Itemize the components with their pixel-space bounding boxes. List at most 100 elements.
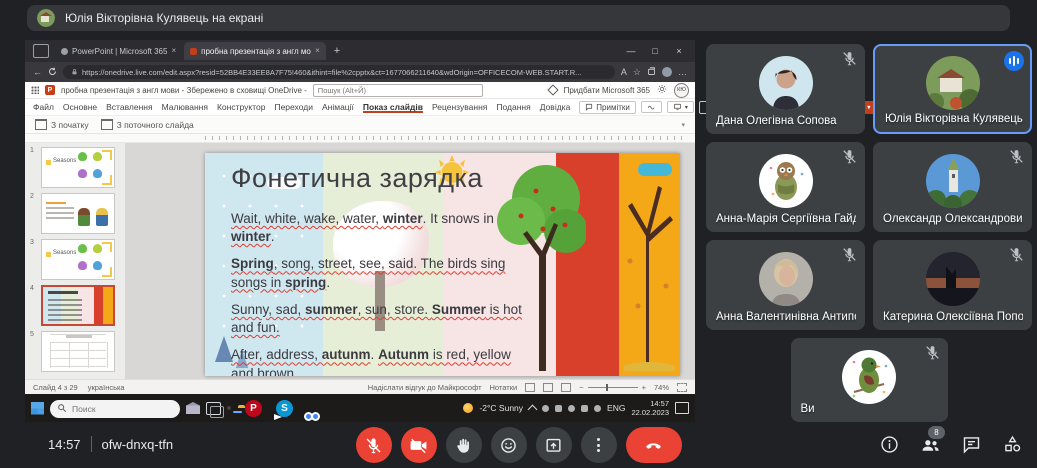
read-aloud-icon[interactable]: A [621, 68, 627, 77]
slide-thumbnail-1[interactable]: Seasons [41, 147, 115, 188]
account-avatar[interactable]: КЮ [674, 83, 689, 98]
reactions-button[interactable] [491, 427, 527, 463]
network-icon[interactable] [594, 405, 601, 412]
meeting-info: 14:57 ofw-dnxq-tfn [48, 436, 173, 452]
comments-button[interactable]: Примітки [579, 101, 636, 114]
refresh-icon[interactable] [48, 67, 57, 78]
more-options-button[interactable] [581, 427, 617, 463]
slide-text-segment: . [326, 275, 330, 290]
notes-toggle[interactable]: Нотатки [490, 383, 518, 392]
language-indicator[interactable]: українська [88, 383, 125, 392]
fit-slide-icon[interactable] [677, 383, 687, 392]
collections-icon[interactable] [647, 67, 656, 78]
maximize-icon[interactable]: □ [643, 40, 667, 62]
new-tab-button[interactable]: + [328, 45, 346, 57]
zoom-level[interactable]: 74% [654, 383, 669, 392]
ribbon-tab-переходи[interactable]: Переходи [274, 102, 313, 113]
close-icon[interactable]: × [667, 40, 691, 62]
activities-button[interactable] [1002, 434, 1023, 455]
school-building-icon[interactable] [186, 402, 200, 414]
participant-tile-катерина[interactable]: Катерина Олексіївна Попо... [873, 240, 1032, 330]
participant-tile-дана[interactable]: Дана Олегівна Сопова [706, 44, 865, 134]
feedback-link[interactable]: Надіслати відгук до Майкрософт [368, 383, 482, 392]
current-slide[interactable]: Фонетична зарядка Wait, white, wake, wat… [205, 153, 680, 376]
browser-profile-icon[interactable] [662, 67, 672, 77]
back-icon[interactable]: ← [33, 68, 42, 77]
ribbon-tab-малювання[interactable]: Малювання [162, 102, 208, 113]
camera-off-button[interactable] [401, 427, 437, 463]
tab-close-icon[interactable]: × [171, 47, 176, 55]
slide-thumbnail-2[interactable] [41, 193, 115, 234]
slide-thumbnail-5[interactable] [41, 331, 115, 372]
ribbon-tab-подання[interactable]: Подання [496, 102, 530, 113]
raise-hand-button[interactable] [446, 427, 482, 463]
zoom-out-icon[interactable]: − [579, 383, 583, 392]
browser-tab-presentation[interactable]: пробна презентація з англ мо... × [184, 42, 326, 60]
tab-search-icon[interactable] [33, 44, 49, 58]
url-field[interactable]: https://onedrive.live.com/edit.aspx?resi… [63, 65, 615, 79]
participant-tile-юлія[interactable]: Юлія Вікторівна Кулявець [873, 44, 1032, 134]
taskbar-search-input[interactable] [50, 400, 180, 418]
notification-center-icon[interactable] [675, 402, 689, 414]
zoom-control[interactable]: − + [579, 383, 646, 392]
ribbon-tab-показ-слайдів[interactable]: Показ слайдів [363, 102, 423, 113]
document-title[interactable]: пробна презентація з англ мови - Збереже… [61, 86, 307, 95]
ribbon-tab-конструктор[interactable]: Конструктор [217, 102, 265, 113]
screen-share-view: PowerPoint | Microsoft 365 × пробна през… [25, 40, 695, 422]
designer-button[interactable] [641, 101, 662, 113]
mic-off-button[interactable] [356, 427, 392, 463]
tab-close-icon[interactable]: × [315, 47, 320, 55]
settings-gear-icon[interactable] [657, 81, 667, 99]
slide-text-block[interactable]: Фонетична зарядка Wait, white, wake, wat… [231, 163, 531, 376]
slideshow-view-icon[interactable] [561, 383, 571, 392]
ribbon-tab-рецензування[interactable]: Рецензування [432, 102, 487, 113]
task-view-icon[interactable] [206, 402, 221, 415]
taskbar-search[interactable] [50, 399, 180, 418]
edge-browser-icon[interactable] [227, 406, 231, 410]
volume-icon[interactable] [581, 405, 588, 412]
app-launcher-icon[interactable] [31, 86, 39, 94]
taskbar-clock[interactable]: 14:57 22.02.2023 [631, 399, 669, 417]
ribbon-tab-файл[interactable]: Файл [33, 102, 54, 113]
chat-button[interactable] [961, 434, 982, 455]
ribbon-tab-основне[interactable]: Основне [63, 102, 97, 113]
present-dropdown-button[interactable]: ▾ [667, 101, 694, 113]
browser-tab-powerpoint[interactable]: PowerPoint | Microsoft 365 × [55, 42, 182, 60]
participant-tile-анна[interactable]: Анна Валентинівна Антипо... [706, 240, 865, 330]
participant-tile-анна-марія[interactable]: Анна-Марія Сергіївна Гайд... [706, 142, 865, 232]
ribbon-tab-анімації[interactable]: Анімації [322, 102, 354, 113]
minimize-icon[interactable]: — [619, 40, 643, 62]
ribbon-collapse-icon[interactable]: ▾ [681, 121, 685, 129]
from-beginning-button[interactable]: З початку [35, 119, 89, 130]
tray-expand-icon[interactable] [528, 404, 538, 414]
browser-menu-icon[interactable]: … [678, 68, 687, 77]
keyboard-language[interactable]: ENG [607, 403, 625, 413]
participant-tile-олександр[interactable]: Олександр Олександрови... [873, 142, 1032, 232]
weather-text[interactable]: -2°C Sunny [479, 403, 523, 413]
mic-tray-icon[interactable] [568, 405, 575, 412]
participants-panel: Дана Олегівна СоповаЮлія Вікторівна Куля… [706, 44, 1032, 422]
present-screen-button[interactable] [536, 427, 572, 463]
slide-thumbnail-3[interactable]: Seasons [41, 239, 115, 280]
ribbon-tab-довідка[interactable]: Довідка [540, 102, 571, 113]
zoom-in-icon[interactable]: + [642, 383, 646, 392]
office-search-input[interactable] [313, 84, 483, 97]
participant-tile-self[interactable]: Ви [791, 338, 948, 422]
slide-thumbnail-4[interactable] [41, 285, 115, 326]
favorites-star-icon[interactable]: ☆ [633, 68, 641, 77]
pinterest-icon[interactable]: P [245, 400, 262, 417]
normal-view-icon[interactable] [525, 383, 535, 392]
skype-icon[interactable]: S [276, 400, 293, 417]
zoom-slider[interactable] [588, 387, 638, 388]
slide-sorter-icon[interactable] [543, 383, 553, 392]
participants-button[interactable]: 8 [920, 434, 941, 455]
buy-microsoft365-link[interactable]: Придбати Microsoft 365 [564, 86, 650, 95]
leave-call-button[interactable] [626, 427, 682, 463]
tray-icon[interactable] [542, 405, 549, 412]
start-button[interactable] [31, 402, 44, 415]
meeting-details-button[interactable] [879, 434, 900, 455]
presenter-avatar-image [37, 9, 55, 27]
onedrive-icon[interactable] [555, 405, 562, 412]
ribbon-tab-вставлення[interactable]: Вставлення [106, 102, 152, 113]
from-current-slide-button[interactable]: З поточного слайда [101, 119, 194, 130]
